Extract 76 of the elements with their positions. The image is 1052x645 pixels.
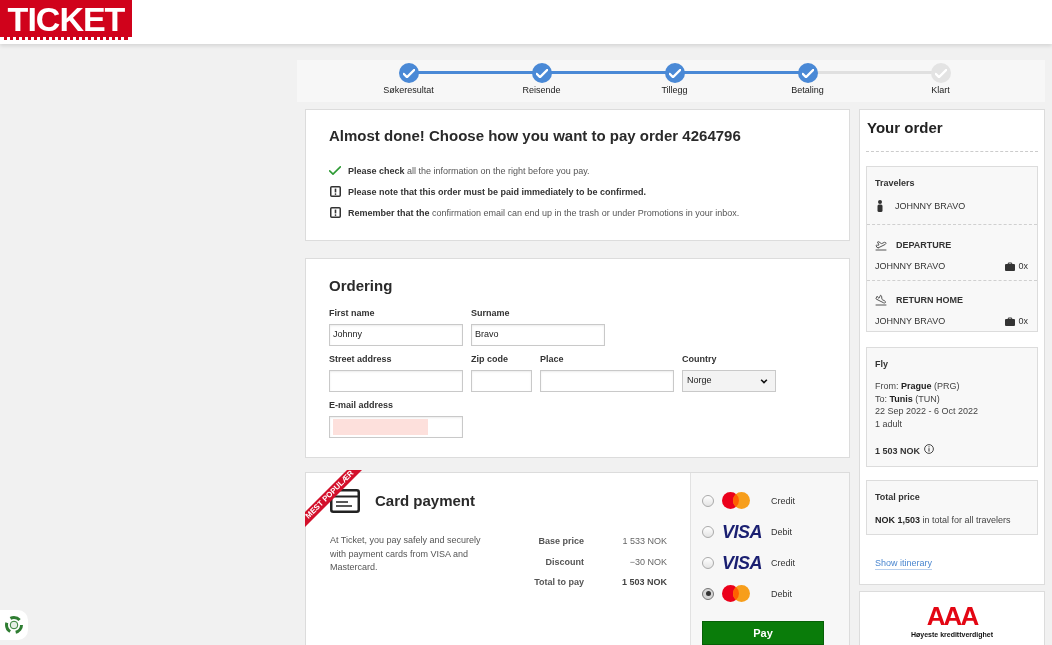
- alert-square-icon: [329, 207, 341, 218]
- price-label: Base price: [537, 535, 584, 548]
- price-label: Discount: [544, 555, 584, 569]
- circular-arrows-icon[interactable]: [0, 610, 28, 640]
- leg-title: RETURN HOME: [896, 294, 963, 306]
- card-type-label: Debit: [771, 587, 792, 600]
- field-label: Surname: [471, 307, 511, 319]
- price-value: 1 533 NOK: [621, 535, 667, 548]
- flight-price: 1 503 NOK: [875, 445, 921, 457]
- field-label: Street address: [329, 353, 393, 365]
- flight-detail: To: Tunis (TUN): [875, 392, 941, 405]
- step-label: Tillegg: [661, 85, 688, 96]
- text-field[interactable]: [471, 370, 532, 392]
- section-title: Card payment: [375, 491, 476, 511]
- notice-text: Please note that this order must be paid immediately to be confirmed.: [348, 185, 647, 198]
- traveler-name: JOHNNY BRAVO: [875, 315, 946, 327]
- price-value: −30 NOK: [628, 555, 667, 569]
- suitcase-icon: [1005, 316, 1016, 326]
- notice-text: Remember that the confirmation email can end up in the trash or under Promotions in your inbox.: [348, 206, 740, 219]
- info-icon[interactable]: [924, 444, 935, 454]
- step-label: Reisende: [522, 85, 561, 96]
- step-label: Søkeresultat: [383, 85, 434, 96]
- show-itinerary-link[interactable]: Show itinerary: [875, 558, 933, 570]
- radio-button[interactable]: [702, 587, 714, 600]
- card-brand-logo: [722, 585, 750, 602]
- traveler-name: JOHNNY BRAVO: [895, 200, 966, 212]
- card-type-label: Credit: [771, 556, 795, 569]
- section-title: Ordering: [329, 276, 394, 296]
- leg-title: DEPARTURE: [896, 239, 952, 251]
- email-field[interactable]: [329, 416, 463, 438]
- card-type-label: Credit: [771, 494, 795, 507]
- total-price-text: NOK 1,503 in total for all travelers: [875, 514, 1012, 526]
- card-brand-logo: [722, 492, 750, 509]
- plane-landing-icon: [875, 294, 887, 306]
- card-brand-logo: VISA: [722, 553, 762, 572]
- flight-detail: 1 adult: [875, 417, 904, 430]
- country-select[interactable]: Norge: [682, 370, 776, 392]
- check-icon: [329, 166, 341, 175]
- flight-detail: 22 Sep 2022 - 6 Oct 2022: [875, 405, 980, 418]
- field-label: Zip code: [471, 353, 509, 365]
- payment-description: At Ticket, you pay safely and securely with payment cards from VISA and Mastercard.: [330, 534, 482, 574]
- radio-button[interactable]: [702, 525, 714, 538]
- bag-count: 0x: [1018, 315, 1028, 327]
- price-label: Total to pay: [533, 576, 584, 589]
- text-field[interactable]: [329, 370, 463, 392]
- logo[interactable]: TICKET: [0, 0, 132, 40]
- price-value: 1 503 NOK: [620, 576, 667, 589]
- card-brand-logo: VISA: [722, 522, 762, 541]
- field-label: First name: [329, 307, 376, 319]
- text-field[interactable]: Johnny: [329, 324, 463, 346]
- chevron-down-icon: [760, 378, 768, 384]
- panel-title: Your order: [866, 119, 944, 137]
- bag-count: 0x: [1018, 260, 1028, 272]
- alert-square-icon: [329, 186, 341, 197]
- rating-logo: AAA: [926, 603, 978, 629]
- box-heading: Total price: [875, 491, 921, 503]
- field-label: Country: [682, 353, 718, 365]
- flight-detail: From: Prague (PRG): [875, 380, 961, 393]
- text-field[interactable]: Bravo: [471, 324, 605, 346]
- field-label: E-mail address: [329, 399, 395, 411]
- step-label: Klart: [931, 85, 950, 96]
- traveler-name: JOHNNY BRAVO: [875, 260, 946, 272]
- field-label: Place: [540, 353, 565, 365]
- person-icon: [877, 200, 883, 212]
- card-type-label: Debit: [771, 525, 792, 538]
- pay-button[interactable]: Pay: [702, 621, 824, 645]
- plane-takeoff-icon: [875, 239, 887, 251]
- notice-text: Please check all the information on the right before you pay.: [348, 164, 590, 177]
- step-label: Betaling: [791, 85, 824, 96]
- page-title: Almost done! Choose how you want to pay order 4264796: [329, 126, 742, 146]
- radio-button[interactable]: [702, 494, 714, 507]
- box-heading: Fly: [875, 358, 889, 370]
- box-heading: Travelers: [875, 177, 916, 189]
- text-field[interactable]: [540, 370, 674, 392]
- radio-button[interactable]: [702, 556, 714, 569]
- suitcase-icon: [1005, 261, 1016, 271]
